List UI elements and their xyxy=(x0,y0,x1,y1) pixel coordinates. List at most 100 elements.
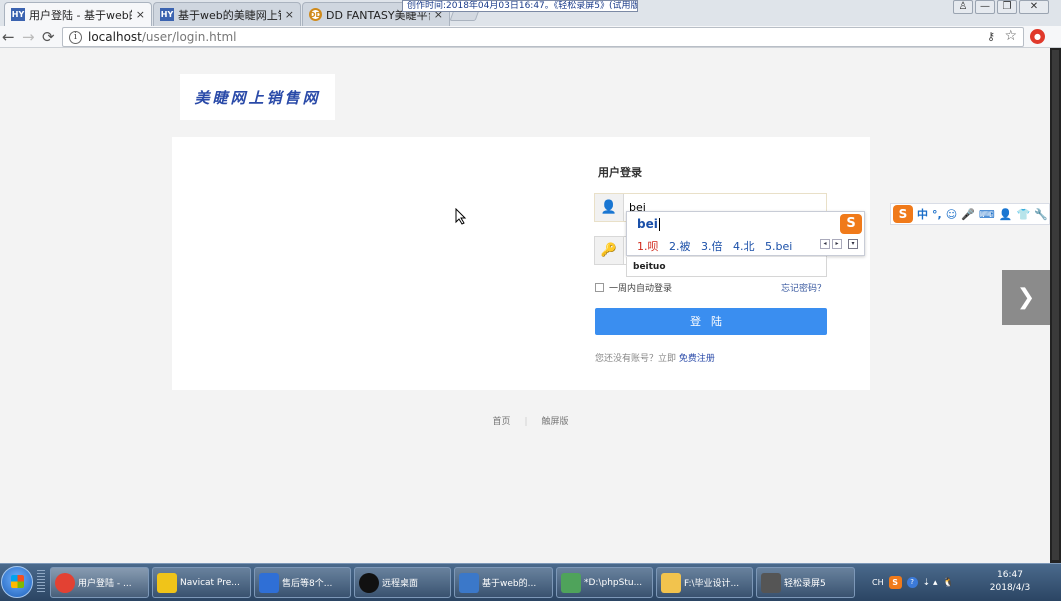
clock-time: 16:47 xyxy=(997,570,1023,580)
hy-favicon-icon: HY xyxy=(11,8,25,21)
ime-next-page-icon[interactable]: ▸ xyxy=(832,239,842,249)
sogou-logo-icon[interactable]: S xyxy=(893,205,913,223)
ime-candidate-window: bei S 1.呗 2.被 3.倍 4.北 5.bei ◂ ▸ ▾ xyxy=(626,211,865,256)
signup-link[interactable]: 免费注册 xyxy=(679,354,715,364)
folder-icon xyxy=(661,572,681,593)
user-profile-icon[interactable]: ♙ xyxy=(953,0,973,14)
ime-candidate[interactable]: 4.北 xyxy=(733,240,755,253)
forward-arrow-icon[interactable]: → xyxy=(22,28,35,46)
tab-meijie-shop[interactable]: HY 基于web的美睫网上销售 × xyxy=(153,2,301,26)
sogou-logo-icon: S xyxy=(840,214,862,234)
remember-checkbox[interactable] xyxy=(595,283,604,292)
sogou-tray-icon[interactable]: S xyxy=(888,576,902,589)
scrollbar[interactable] xyxy=(1050,48,1061,563)
ime-skin-icon[interactable]: 👕 xyxy=(1016,208,1030,221)
extension-icon[interactable]: ● xyxy=(1030,29,1045,44)
taskbar-item-navicat[interactable]: Navicat Pre... xyxy=(152,567,251,598)
taskbar-item-folder[interactable]: F:\毕业设计... xyxy=(656,567,753,598)
key-icon[interactable]: ⚷ xyxy=(987,30,995,43)
ime-candidate[interactable]: 1.呗 xyxy=(637,240,659,253)
dd-favicon-icon: DD xyxy=(309,8,322,21)
url-path: /user/login.html xyxy=(141,30,237,44)
window-controls: ♙ — ❐ ✕ xyxy=(953,0,1049,14)
hy-favicon-icon: HY xyxy=(160,8,174,21)
help-icon[interactable]: ? xyxy=(906,577,918,588)
key-icon: 🔑 xyxy=(595,237,624,264)
language-indicator[interactable]: CH xyxy=(872,578,884,587)
footer-separator: | xyxy=(524,417,528,427)
ime-expand-icon[interactable]: ▾ xyxy=(848,239,858,249)
taskbar-item-label: 基于web的... xyxy=(482,579,537,589)
ime-candidate[interactable]: 3.倍 xyxy=(701,240,723,253)
site-logo-text: 美睫网上销售网 xyxy=(194,88,321,107)
ime-pinyin: bei xyxy=(637,217,660,231)
close-icon[interactable]: × xyxy=(136,8,145,21)
browser-toolbar: ← → ⟳ i localhost/user/login.html ⚷ ☆ ● xyxy=(0,26,1061,48)
qq-tray-icon[interactable]: 🐧 xyxy=(943,578,954,588)
taskbar-item-label: 用户登陆 - ... xyxy=(78,579,132,589)
taskbar-item-label: *D:\phpStu... xyxy=(584,577,643,588)
taskbar-item-qq-chat[interactable]: 售后等8个... xyxy=(254,567,351,598)
scrollbar-thumb[interactable] xyxy=(1052,50,1059,560)
window-close-button[interactable]: ✕ xyxy=(1019,0,1049,14)
close-icon[interactable]: × xyxy=(285,8,294,21)
ime-keyboard-icon[interactable]: ⌨ xyxy=(979,208,995,221)
ime-candidates: 1.呗 2.被 3.倍 4.北 5.bei xyxy=(637,238,799,254)
carousel-next-button[interactable]: ❯ xyxy=(1002,270,1050,325)
ime-mode-chinese[interactable]: 中 xyxy=(917,206,928,222)
footer-touch-link[interactable]: 触屏版 xyxy=(542,417,569,427)
ime-emoji-icon[interactable]: ☺ xyxy=(946,208,957,221)
clock-date: 2018/4/3 xyxy=(989,583,1031,593)
ime-candidate[interactable]: 5.bei xyxy=(765,240,792,253)
ime-user-icon[interactable]: 👤 xyxy=(999,208,1013,221)
site-info-icon[interactable]: i xyxy=(69,30,82,44)
reload-icon[interactable]: ⟳ xyxy=(42,28,55,46)
qq-group-icon xyxy=(259,572,279,593)
login-button[interactable]: 登陆 xyxy=(595,308,827,335)
tab-title: 用户登陆 - 基于web的美 xyxy=(29,8,132,22)
ime-pager: ◂ ▸ ▾ xyxy=(820,239,858,249)
windows-taskbar: 用户登陆 - ... Navicat Pre... 售后等8个... 远程桌面 … xyxy=(0,563,1061,601)
taskbar-item-label: 轻松录屏5 xyxy=(784,579,826,589)
mouse-cursor-icon xyxy=(455,208,467,225)
ime-prev-page-icon[interactable]: ◂ xyxy=(820,239,830,249)
taskbar-item-label: F:\毕业设计... xyxy=(684,579,740,589)
ime-punctuation-icon[interactable]: °, xyxy=(932,208,942,221)
tab-user-login[interactable]: HY 用户登陆 - 基于web的美 × xyxy=(4,2,152,26)
start-button[interactable] xyxy=(1,566,33,598)
footer-home-link[interactable]: 首页 xyxy=(492,417,510,427)
recording-watermark: 创作时间:2018年04月03日16:47。《轻松录屏5》(试用版) xyxy=(402,0,638,12)
url-text[interactable]: localhost/user/login.html xyxy=(88,30,237,44)
taskbar-item-screen-recorder[interactable]: 轻松录屏5 xyxy=(756,567,855,598)
minimize-button[interactable]: — xyxy=(975,0,995,14)
qq-icon xyxy=(359,572,379,593)
ime-candidate[interactable]: 2.被 xyxy=(669,240,691,253)
taskbar-item-project-doc[interactable]: 基于web的... xyxy=(454,567,553,598)
login-title: 用户登录 xyxy=(598,166,642,179)
taskbar-item-remote-desktop[interactable]: 远程桌面 xyxy=(354,567,451,598)
signup-prefix: 您还没有账号？立即 xyxy=(595,354,677,364)
navicat-icon xyxy=(157,572,177,593)
forgot-password-link[interactable]: 忘记密码？ xyxy=(781,281,826,294)
taskbar-item-chrome[interactable]: 用户登陆 - ... xyxy=(50,567,149,598)
ime-settings-icon[interactable]: 🔧 xyxy=(1034,208,1048,221)
taskbar-item-phpstudy[interactable]: *D:\phpStu... xyxy=(556,567,653,598)
remember-label: 一周内自动登录 xyxy=(609,284,673,294)
remember-me[interactable]: 一周内自动登录 xyxy=(595,281,672,294)
recorder-icon xyxy=(761,572,781,593)
bookmark-star-icon[interactable]: ☆ xyxy=(1004,28,1017,44)
address-bar[interactable]: i localhost/user/login.html ⚷ ☆ xyxy=(62,27,1024,47)
autocomplete-suggestion[interactable]: beituo xyxy=(626,257,827,277)
back-arrow-icon[interactable]: ← xyxy=(2,28,15,46)
taskbar-item-label: 远程桌面 xyxy=(382,579,419,589)
system-clock[interactable]: 16:47 2018/4/3 xyxy=(980,569,1040,595)
ime-toolbar: S 中 °, ☺ 🎤 ⌨ 👤 👕 🔧 xyxy=(890,203,1050,225)
tray-arrows-icon[interactable]: ⇣ ▴ xyxy=(923,578,938,588)
site-logo[interactable]: 美睫网上销售网 xyxy=(180,74,335,120)
taskbar-grip xyxy=(37,570,45,594)
ime-voice-icon[interactable]: 🎤 xyxy=(961,208,975,221)
page-footer: 首页 | 触屏版 xyxy=(0,414,1061,427)
url-host: localhost xyxy=(88,30,142,44)
taskbar-item-label: Navicat Pre... xyxy=(180,577,240,588)
restore-button[interactable]: ❐ xyxy=(997,0,1017,14)
